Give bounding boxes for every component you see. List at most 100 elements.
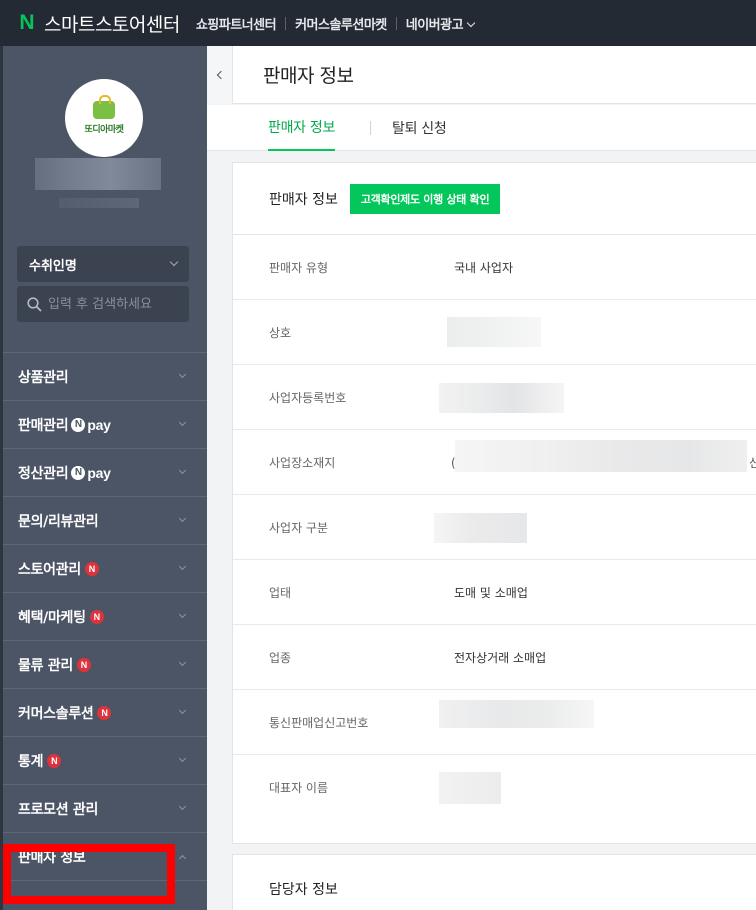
chevron-down-icon	[466, 18, 476, 27]
field-value: 도매 및 소매업	[454, 586, 528, 600]
sidebar-item-promotion[interactable]: 프로모션 관리	[3, 785, 207, 833]
sidebar-item-label: 혜택/마케팅	[18, 609, 86, 626]
naver-logo-icon[interactable]: N	[16, 11, 38, 34]
field-label: 업종	[269, 651, 292, 665]
field-label: 대표자 이름	[269, 781, 329, 795]
info-row-business-type: 업태 도매 및 소매업	[233, 560, 756, 625]
blurred-store-subtitle	[59, 198, 139, 208]
sidebar-item-product-management[interactable]: 상품관리	[3, 353, 207, 401]
sidebar-item-sales-management[interactable]: 판매관리 Npay	[3, 401, 207, 449]
page-header: 판매자 정보	[233, 46, 756, 104]
sidebar-item-settlement-management[interactable]: 정산관리 Npay	[3, 449, 207, 497]
sidebar-item-logistics[interactable]: 물류 관리 N	[3, 641, 207, 689]
blurred-value	[434, 513, 527, 543]
sidebar-collapse-button[interactable]	[207, 46, 233, 104]
chevron-down-icon	[169, 257, 179, 267]
chevron-down-icon	[178, 754, 187, 763]
customer-verification-status-button[interactable]: 고객확인제도 이행 상태 확인	[349, 183, 501, 214]
sidebar-item-seller-info[interactable]: 판매자 정보	[3, 833, 207, 881]
blurred-value	[439, 383, 564, 413]
sidebar-item-label: 판매관리	[18, 417, 69, 434]
blurred-value	[439, 772, 501, 804]
card-header: 판매자 정보 고객확인제도 이행 상태 확인	[233, 163, 756, 235]
nav-naver-ads[interactable]: 네이버광고	[405, 14, 476, 33]
search-type-value: 수취인명	[29, 258, 77, 274]
field-value: 전자상거래 소매업	[454, 651, 547, 665]
search-input[interactable]	[48, 296, 178, 312]
sidebar-item-label: 문의/리뷰관리	[18, 513, 99, 530]
chevron-up-icon	[178, 854, 187, 863]
manager-section-title: 담당자 정보	[269, 882, 338, 898]
chevron-down-icon	[178, 802, 187, 811]
tab-seller-info[interactable]: 판매자 정보	[268, 105, 335, 151]
nav-commerce-solution-market[interactable]: 커머스솔루션마켓	[295, 14, 387, 33]
info-row-business-category: 사업자 구분	[233, 495, 756, 560]
info-row-mail-order-number: 통신판매업신고번호	[233, 690, 756, 755]
nav-shopping-partner-center[interactable]: 쇼핑파트너센터	[196, 14, 277, 33]
chevron-down-icon	[178, 370, 187, 379]
seller-info-card: 판매자 정보 고객확인제도 이행 상태 확인 판매자 유형 국내 사업자 상호 …	[232, 162, 756, 844]
sidebar-item-label: 물류 관리	[18, 657, 73, 674]
field-label: 통신판매업신고번호	[269, 716, 369, 730]
sidebar-item-store-management[interactable]: 스토어관리 N	[3, 545, 207, 593]
field-value: 국내 사업자	[454, 261, 514, 275]
chevron-down-icon	[178, 658, 187, 667]
npay-n-icon: N	[71, 465, 86, 480]
blurred-store-name	[35, 158, 161, 190]
chevron-down-icon	[178, 562, 187, 571]
chevron-down-icon	[178, 466, 187, 475]
shopping-bag-icon	[93, 95, 115, 119]
npay-badge: Npay	[71, 464, 111, 481]
new-badge-icon: N	[97, 705, 112, 720]
nav-divider	[285, 16, 287, 30]
tab-divider	[370, 121, 371, 135]
page-title: 판매자 정보	[263, 65, 354, 87]
info-row-business-address: 사업장소재지 ( 신	[233, 430, 756, 495]
nav-naver-ads-label: 네이버광고	[405, 17, 464, 33]
npay-n-icon: N	[71, 417, 86, 432]
new-badge-icon: N	[89, 609, 104, 624]
manager-info-card: 담당자 정보	[232, 854, 756, 910]
brand-title[interactable]: 스마트스토어센터	[44, 10, 180, 37]
field-label: 상호	[269, 326, 292, 340]
field-label: 사업자등록번호	[269, 391, 347, 405]
sidebar-item-label: 통계	[18, 753, 44, 770]
sidebar: 또디아마켓 수취인명 상품관리 판매관리 Npay 정산관리 Npay 문의/리…	[0, 46, 207, 910]
chevron-left-icon	[216, 70, 226, 80]
new-badge-icon: N	[76, 657, 91, 672]
sidebar-item-statistics[interactable]: 통계 N	[3, 737, 207, 785]
section-title: 판매자 정보	[269, 191, 338, 208]
sidebar-item-inquiry-review[interactable]: 문의/리뷰관리	[3, 497, 207, 545]
info-row-business-registration-number: 사업자등록번호	[233, 365, 756, 430]
new-badge-icon: N	[47, 753, 62, 768]
sidebar-item-label: 프로모션 관리	[18, 801, 99, 818]
sidebar-item-label: 판매자 정보	[18, 849, 86, 866]
tab-bar: 판매자 정보 탈퇴 신청	[207, 105, 756, 151]
sidebar-item-commerce-solution[interactable]: 커머스솔루션 N	[3, 689, 207, 737]
field-label: 판매자 유형	[269, 261, 329, 275]
sidebar-item-label: 정산관리	[18, 465, 69, 482]
store-avatar[interactable]: 또디아마켓	[65, 79, 143, 157]
sidebar-item-label: 스토어관리	[18, 561, 81, 578]
top-nav: 쇼핑파트너센터 커머스솔루션마켓 네이버광고	[196, 14, 476, 33]
chevron-down-icon	[178, 514, 187, 523]
address-clip-end: 신	[749, 456, 756, 470]
chevron-down-icon	[178, 418, 187, 427]
chevron-down-icon	[178, 610, 187, 619]
store-logo-text: 또디아마켓	[84, 125, 124, 135]
blurred-value	[447, 317, 541, 347]
search-type-select[interactable]: 수취인명	[17, 246, 189, 282]
npay-badge: Npay	[71, 417, 111, 433]
info-row-business-name: 상호	[233, 300, 756, 365]
info-row-seller-type: 판매자 유형 국내 사업자	[233, 235, 756, 300]
npay-text: pay	[87, 464, 111, 481]
tab-withdrawal-request[interactable]: 탈퇴 신청	[392, 105, 447, 151]
sidebar-item-benefits-marketing[interactable]: 혜택/마케팅 N	[3, 593, 207, 641]
blurred-value	[439, 700, 594, 728]
main-content: 판매자 정보 판매자 정보 탈퇴 신청 판매자 정보 고객확인제도 이행 상태 …	[207, 46, 756, 910]
info-row-representative-name: 대표자 이름	[233, 755, 756, 820]
info-row-business-item: 업종 전자상거래 소매업	[233, 625, 756, 690]
sidebar-item-label: 커머스솔루션	[18, 705, 94, 722]
sidebar-item-label: 상품관리	[18, 369, 69, 386]
chevron-down-icon	[178, 706, 187, 715]
